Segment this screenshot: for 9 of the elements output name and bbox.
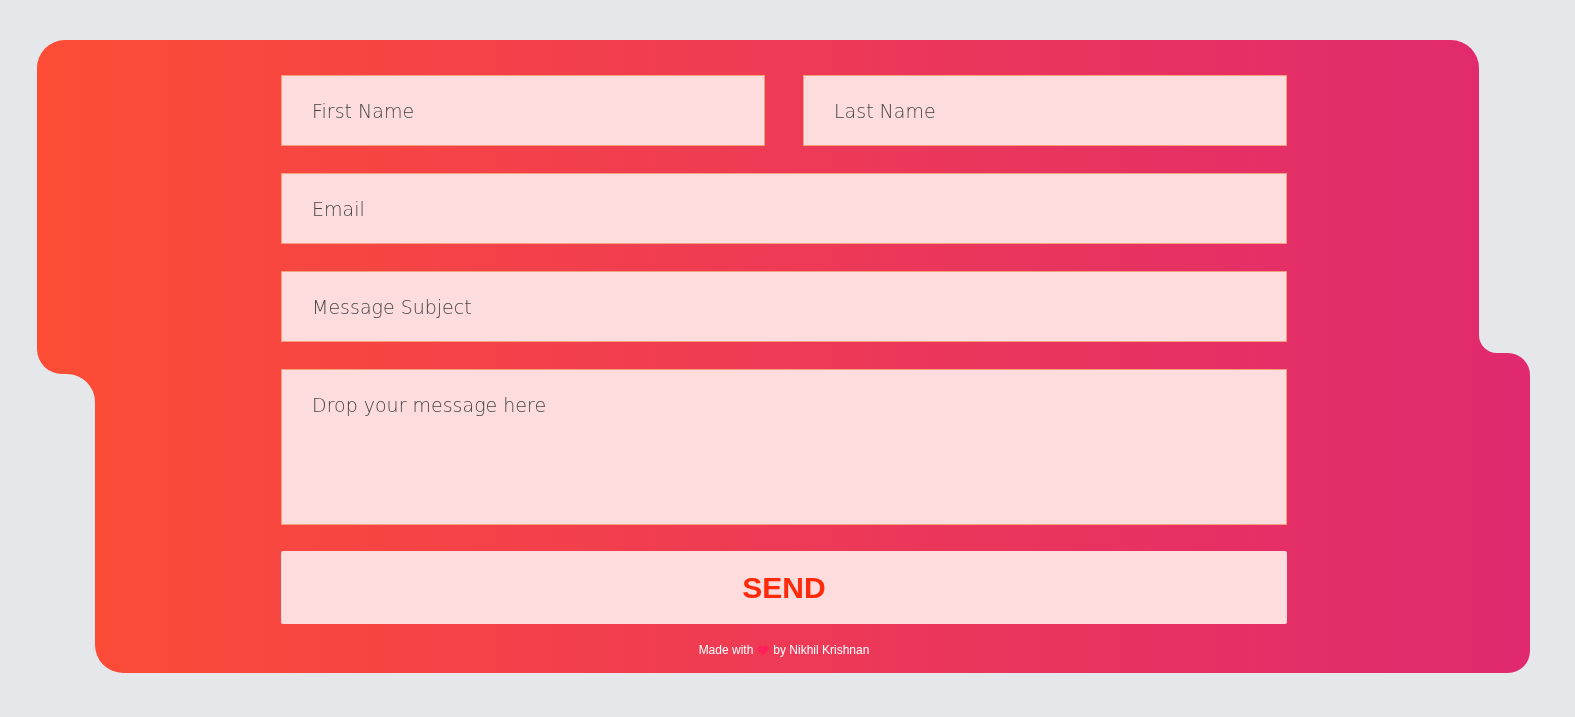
text-field[interactable]: First Name	[281, 75, 765, 146]
text-field[interactable]: Message Subject	[281, 271, 1287, 342]
message-field[interactable]: Drop your message here	[281, 369, 1287, 525]
heart-icon	[757, 644, 770, 656]
text-field[interactable]: Email	[281, 173, 1287, 244]
footer-text: by Nikhil Krishnan	[773, 643, 870, 657]
text-field[interactable]: Last Name	[803, 75, 1287, 146]
send-button[interactable]: SEND	[281, 551, 1287, 624]
footer-text: Made with	[698, 643, 754, 657]
